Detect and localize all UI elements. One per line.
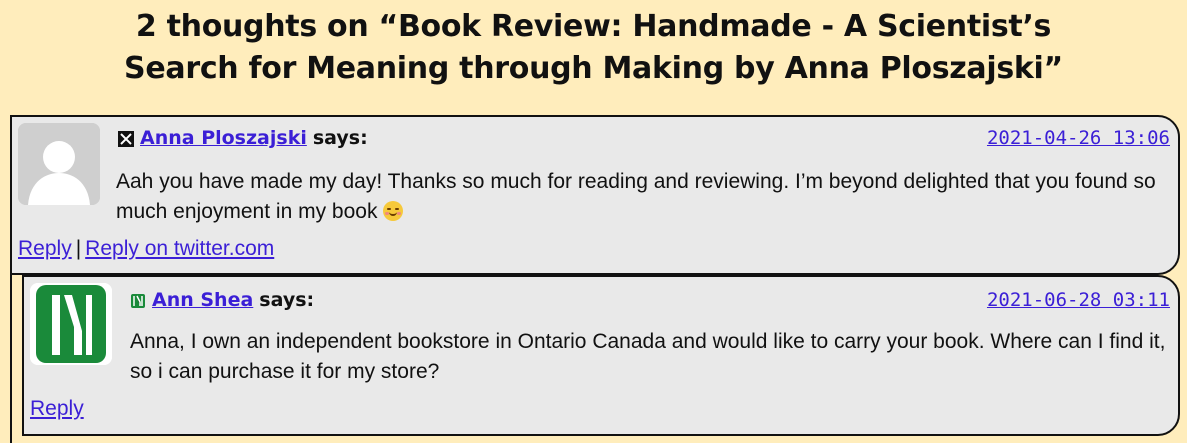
comment-meta: Ann Shea says: bbox=[130, 289, 314, 311]
site-logo-icon bbox=[130, 292, 146, 308]
comment-actions: Reply bbox=[30, 397, 84, 421]
comment-actions: Reply | Reply on twitter.com bbox=[18, 237, 274, 261]
comment-date-link[interactable]: 2021-04-26 13:06 bbox=[987, 127, 1170, 149]
comment-date-link[interactable]: 2021-06-28 03:11 bbox=[987, 289, 1170, 311]
comments-heading: 2 thoughts on “Book Review: Handmade - A… bbox=[0, 6, 1187, 90]
comment-author-link[interactable]: Ann Shea bbox=[152, 289, 253, 311]
says-label: says: bbox=[312, 127, 368, 149]
action-separator: | bbox=[75, 237, 82, 260]
comment-author-link[interactable]: Anna Ploszajski bbox=[140, 127, 307, 149]
x-twitter-icon bbox=[118, 130, 134, 147]
heading-line-2: Search for Meaning through Making by Ann… bbox=[124, 51, 1063, 86]
comment-2: Ann Shea says: 2021-06-28 03:11 Anna, I … bbox=[22, 275, 1180, 436]
comment-text: Aah you have made my day! Thanks so much… bbox=[116, 167, 1166, 227]
site-logo-avatar bbox=[30, 283, 112, 365]
comment-meta: Anna Ploszajski says: bbox=[118, 127, 368, 149]
default-avatar bbox=[18, 123, 100, 205]
smiling-blush-emoji-icon bbox=[383, 201, 404, 221]
reply-link[interactable]: Reply bbox=[18, 237, 72, 260]
reply-on-twitter-link[interactable]: Reply on twitter.com bbox=[85, 237, 274, 260]
heading-line-1: 2 thoughts on “Book Review: Handmade - A… bbox=[135, 9, 1052, 44]
comment-text-content: Aah you have made my day! Thanks so much… bbox=[116, 170, 1156, 223]
comment-1: Anna Ploszajski says: 2021-04-26 13:06 A… bbox=[10, 115, 1180, 275]
comment-text: Anna, I own an independent bookstore in … bbox=[130, 330, 1166, 383]
thread-line bbox=[10, 273, 12, 443]
says-label: says: bbox=[259, 289, 315, 311]
reply-link[interactable]: Reply bbox=[30, 397, 84, 420]
